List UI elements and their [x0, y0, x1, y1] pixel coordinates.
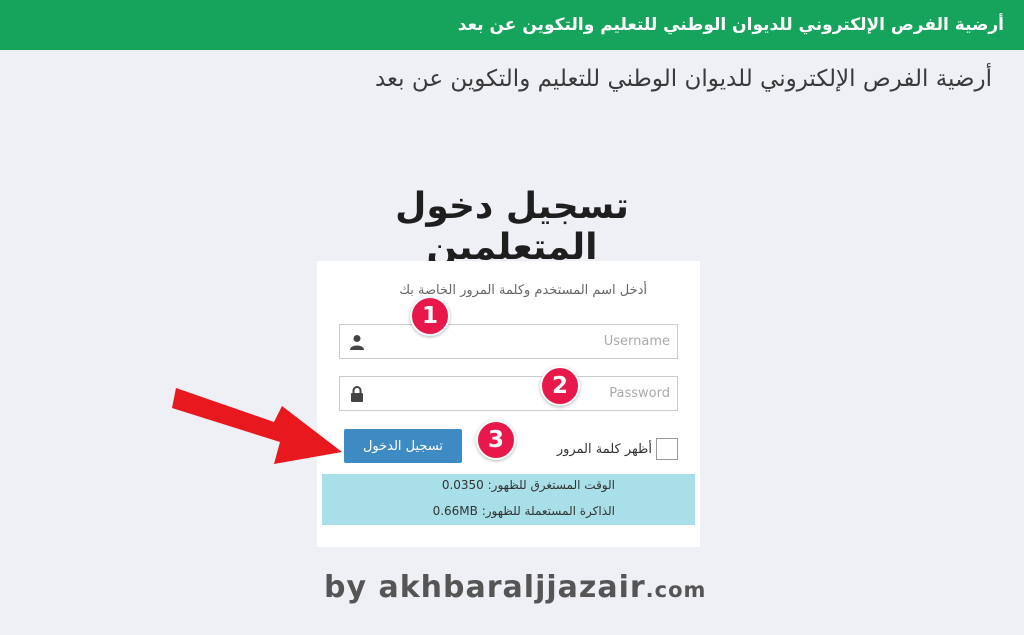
header-title: أرضية الفرص الإلكتروني للديوان الوطني لل… — [457, 15, 1004, 35]
watermark: by akhbaraljjazair.com — [324, 570, 706, 605]
watermark-tld: .com — [645, 578, 707, 602]
lock-icon — [340, 377, 374, 410]
page-title: تسجيل دخول المتعلمين — [395, 186, 629, 268]
show-password-toggle[interactable]: أظهر كلمة المرور — [557, 438, 678, 460]
memory-usage-text: الذاكرة المستعملة للظهور: 0.66MB — [432, 504, 615, 518]
red-arrow-icon — [172, 388, 342, 464]
login-card: أدخل اسم المستخدم وكلمة المرور الخاصة بك… — [317, 261, 700, 547]
user-icon — [340, 325, 374, 358]
login-instructions: أدخل اسم المستخدم وكلمة المرور الخاصة بك — [399, 283, 647, 298]
show-password-label: أظهر كلمة المرور — [556, 441, 652, 457]
step-badge-1: 1 — [410, 296, 450, 336]
watermark-by: by — [324, 570, 368, 605]
render-stats-box: الوقت المستغرق للظهور: 0.0350 الذاكرة ال… — [322, 474, 695, 525]
login-button[interactable]: تسجيل الدخول — [344, 429, 462, 463]
header-bar: أرضية الفرص الإلكتروني للديوان الوطني لل… — [0, 0, 1024, 50]
render-time-text: الوقت المستغرق للظهور: 0.0350 — [441, 478, 615, 492]
step-badge-3: 3 — [476, 420, 516, 460]
password-field[interactable] — [339, 376, 678, 411]
watermark-site: akhbaraljjazair — [378, 570, 646, 605]
show-password-checkbox[interactable] — [656, 438, 678, 460]
step-badge-2: 2 — [540, 366, 580, 406]
username-field[interactable] — [339, 324, 678, 359]
password-input[interactable] — [374, 377, 670, 410]
platform-title: أرضية الفرص الإلكتروني للديوان الوطني لل… — [374, 66, 992, 92]
